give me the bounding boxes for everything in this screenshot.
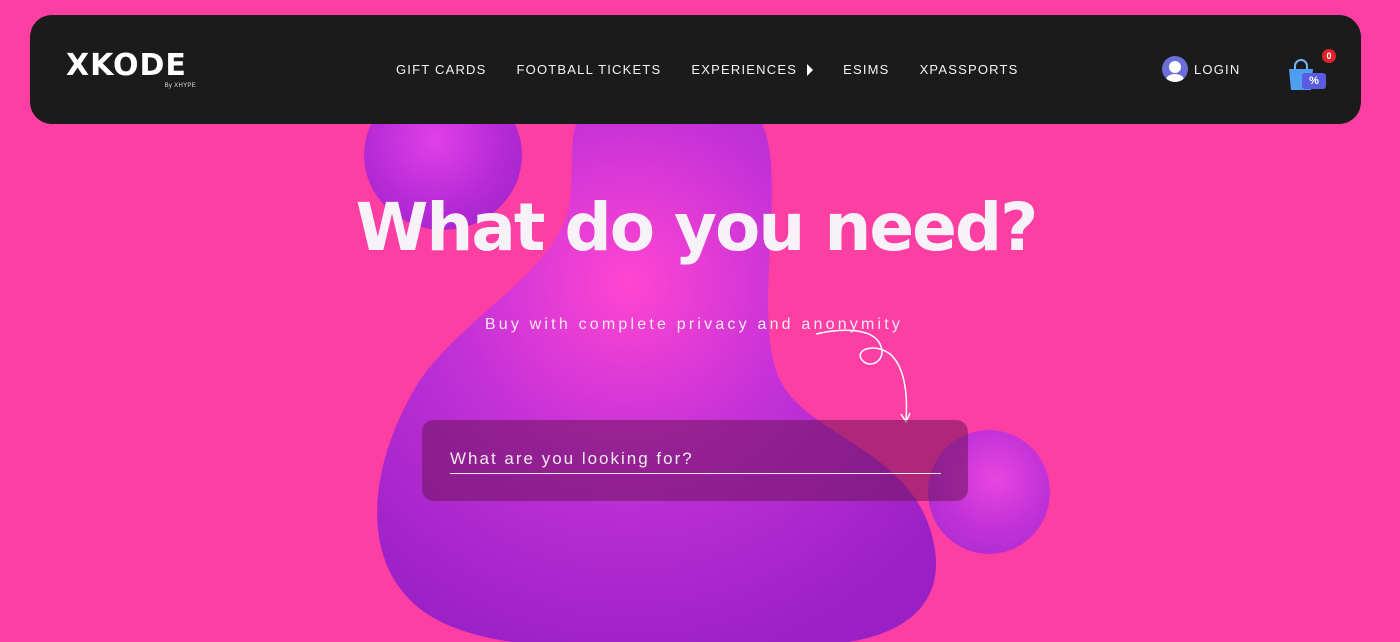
swirl-arrow-icon bbox=[815, 329, 911, 424]
nav-label: XPASSPORTS bbox=[919, 62, 1019, 77]
page: XKODE By XHYPE GIFT CARDS FOOTBALL TICKE… bbox=[0, 0, 1400, 642]
search-input[interactable] bbox=[450, 448, 941, 474]
login-label: LOGIN bbox=[1194, 61, 1241, 77]
nav-item-football-tickets[interactable]: FOOTBALL TICKETS bbox=[517, 62, 662, 77]
top-navbar: XKODE By XHYPE GIFT CARDS FOOTBALL TICKE… bbox=[30, 15, 1361, 124]
nav-item-gift-cards[interactable]: GIFT CARDS bbox=[396, 62, 487, 77]
brand-subtitle: By XHYPE bbox=[164, 83, 196, 89]
hero-subtitle: Buy with complete privacy and anonymity bbox=[484, 316, 904, 333]
nav-label: ESIMS bbox=[843, 62, 890, 77]
nav-item-esims[interactable]: ESIMS bbox=[843, 62, 889, 77]
discount-tag-icon: % bbox=[1302, 73, 1326, 89]
brand-wordmark: XKODE bbox=[66, 48, 187, 83]
user-avatar-icon bbox=[1162, 56, 1188, 82]
nav-label: FOOTBALL TICKETS bbox=[516, 62, 662, 77]
nav-label: GIFT CARDS bbox=[396, 62, 487, 77]
main-nav: GIFT CARDS FOOTBALL TICKETS EXPERIENCES … bbox=[396, 15, 1049, 124]
caret-right-icon bbox=[807, 63, 814, 76]
nav-label: EXPERIENCES bbox=[691, 62, 798, 77]
login-button[interactable]: LOGIN bbox=[1162, 56, 1240, 82]
hero-title: What do you need? bbox=[355, 189, 1039, 266]
nav-item-xpassports[interactable]: XPASSPORTS bbox=[920, 62, 1019, 77]
nav-item-experiences[interactable]: EXPERIENCES bbox=[691, 62, 814, 77]
cart-button[interactable]: % 0 bbox=[1284, 45, 1336, 95]
cart-count-badge: 0 bbox=[1322, 49, 1336, 63]
brand-logo[interactable]: XKODE By XHYPE bbox=[66, 49, 198, 91]
search-panel bbox=[422, 420, 968, 501]
